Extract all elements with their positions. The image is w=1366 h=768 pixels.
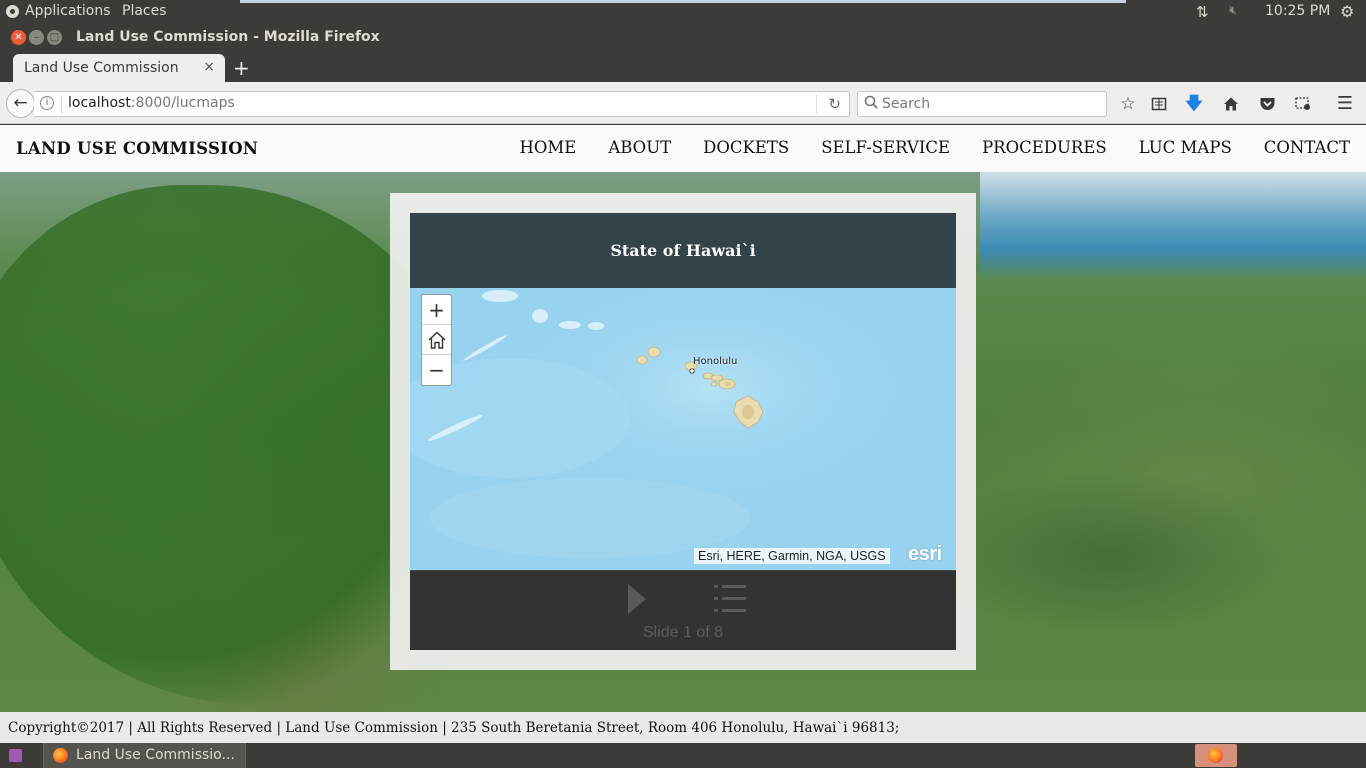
window-minimize-button[interactable]: – bbox=[29, 30, 44, 45]
reload-icon[interactable]: ↻ bbox=[828, 95, 841, 113]
tab-bar: Land Use Commission × + bbox=[0, 52, 1366, 82]
show-desktop-icon[interactable] bbox=[9, 749, 22, 762]
volume-muted-icon[interactable]: 🔇︎ bbox=[1229, 3, 1237, 18]
new-tab-button[interactable]: + bbox=[233, 56, 250, 80]
reading-list-icon[interactable] bbox=[1148, 93, 1170, 115]
taskbar-window-label: Land Use Commissio... bbox=[76, 747, 235, 763]
screenshot-icon[interactable] bbox=[1292, 93, 1314, 115]
firefox-icon bbox=[1208, 748, 1223, 763]
url-text[interactable]: localhost:8000/lucmaps bbox=[68, 95, 235, 111]
window-close-button[interactable]: ✕ bbox=[11, 30, 26, 45]
search-box[interactable] bbox=[857, 91, 1107, 117]
zoom-controls: + − bbox=[421, 294, 452, 386]
background-sky bbox=[980, 172, 1366, 282]
play-icon[interactable] bbox=[628, 584, 646, 614]
url-host: localhost bbox=[68, 95, 131, 111]
map-view[interactable]: + − Honolulu Esri, HERE, Garmin, NGA, US… bbox=[410, 288, 956, 570]
site-header: LAND USE COMMISSION HOME ABOUT DOCKETS S… bbox=[0, 125, 1366, 172]
distro-logo-icon bbox=[6, 4, 19, 18]
map-label-honolulu: Honolulu bbox=[693, 356, 738, 367]
panel-highlight-strip bbox=[240, 0, 1126, 3]
applications-menu[interactable]: Applications bbox=[6, 3, 111, 19]
applications-label: Applications bbox=[25, 3, 111, 19]
slide-list-icon[interactable] bbox=[714, 584, 746, 614]
system-top-panel: Applications Places ⇅ 🔇︎ 10:25 PM ⚙ bbox=[0, 0, 1366, 24]
story-map-card: State of Hawai`i + − Honolulu Esri, HERE… bbox=[390, 193, 976, 670]
system-taskbar: Land Use Commissio... bbox=[0, 743, 1366, 768]
nav-luc-maps[interactable]: LUC MAPS bbox=[1139, 138, 1232, 157]
esri-logo[interactable]: esri bbox=[908, 543, 942, 566]
clock[interactable]: 10:25 PM bbox=[1265, 3, 1330, 19]
workspace-switcher[interactable] bbox=[1195, 744, 1237, 767]
home-icon bbox=[428, 331, 445, 349]
search-input[interactable] bbox=[882, 94, 1102, 114]
taskbar-firefox-window[interactable]: Land Use Commissio... bbox=[43, 743, 246, 768]
tab-label: Land Use Commission bbox=[24, 60, 179, 76]
back-arrow-icon: ← bbox=[13, 93, 28, 113]
zoom-out-button[interactable]: − bbox=[422, 355, 451, 385]
window-titlebar: ✕ – □ Land Use Commission - Mozilla Fire… bbox=[0, 24, 1366, 52]
url-bar[interactable]: i localhost:8000/lucmaps ↻ bbox=[34, 91, 850, 117]
url-reload-separator bbox=[816, 95, 817, 114]
download-icon[interactable]: 🡇 bbox=[1183, 93, 1205, 115]
url-separator bbox=[61, 96, 62, 113]
site-footer: Copyright©2017 | All Rights Reserved | L… bbox=[0, 712, 1366, 743]
nav-contact[interactable]: CONTACT bbox=[1264, 138, 1350, 157]
zoom-in-button[interactable]: + bbox=[422, 295, 451, 325]
site-nav: HOME ABOUT DOCKETS SELF-SERVICE PROCEDUR… bbox=[519, 138, 1350, 157]
search-icon bbox=[864, 95, 878, 109]
slide-counter: Slide 1 of 8 bbox=[642, 624, 724, 641]
tab-close-icon[interactable]: × bbox=[203, 59, 215, 75]
network-icon[interactable]: ⇅ bbox=[1196, 3, 1209, 21]
navigation-toolbar: ← i localhost:8000/lucmaps ↻ ☆ 🡇 ☰ bbox=[0, 82, 1366, 124]
page-viewport: LAND USE COMMISSION HOME ABOUT DOCKETS S… bbox=[0, 125, 1366, 743]
tab-land-use-commission[interactable]: Land Use Commission × bbox=[13, 54, 225, 82]
site-brand[interactable]: LAND USE COMMISSION bbox=[16, 139, 258, 158]
hamburger-menu-icon[interactable]: ☰ bbox=[1334, 93, 1356, 115]
nav-self-service[interactable]: SELF-SERVICE bbox=[821, 138, 950, 157]
hawaii-basemap bbox=[410, 288, 910, 558]
back-button[interactable]: ← bbox=[6, 89, 35, 118]
star-icon[interactable]: ☆ bbox=[1117, 93, 1139, 115]
url-path: :8000/lucmaps bbox=[130, 95, 235, 111]
nav-home[interactable]: HOME bbox=[519, 138, 576, 157]
window-title: Land Use Commission - Mozilla Firefox bbox=[76, 29, 380, 45]
home-icon[interactable] bbox=[1220, 93, 1242, 115]
home-extent-button[interactable] bbox=[422, 325, 451, 355]
nav-about[interactable]: ABOUT bbox=[608, 138, 671, 157]
nav-procedures[interactable]: PROCEDURES bbox=[982, 138, 1107, 157]
firefox-icon bbox=[53, 748, 68, 763]
window-maximize-button[interactable]: □ bbox=[47, 30, 62, 45]
story-title: State of Hawai`i bbox=[410, 213, 956, 288]
info-icon[interactable]: i bbox=[40, 96, 54, 110]
system-settings-icon[interactable]: ⚙ bbox=[1340, 2, 1354, 21]
places-menu[interactable]: Places bbox=[122, 3, 167, 19]
pocket-icon[interactable] bbox=[1256, 93, 1278, 115]
nav-dockets[interactable]: DOCKETS bbox=[703, 138, 789, 157]
map-attribution[interactable]: Esri, HERE, Garmin, NGA, USGS bbox=[694, 548, 890, 564]
slide-controls: Slide 1 of 8 bbox=[410, 570, 956, 650]
